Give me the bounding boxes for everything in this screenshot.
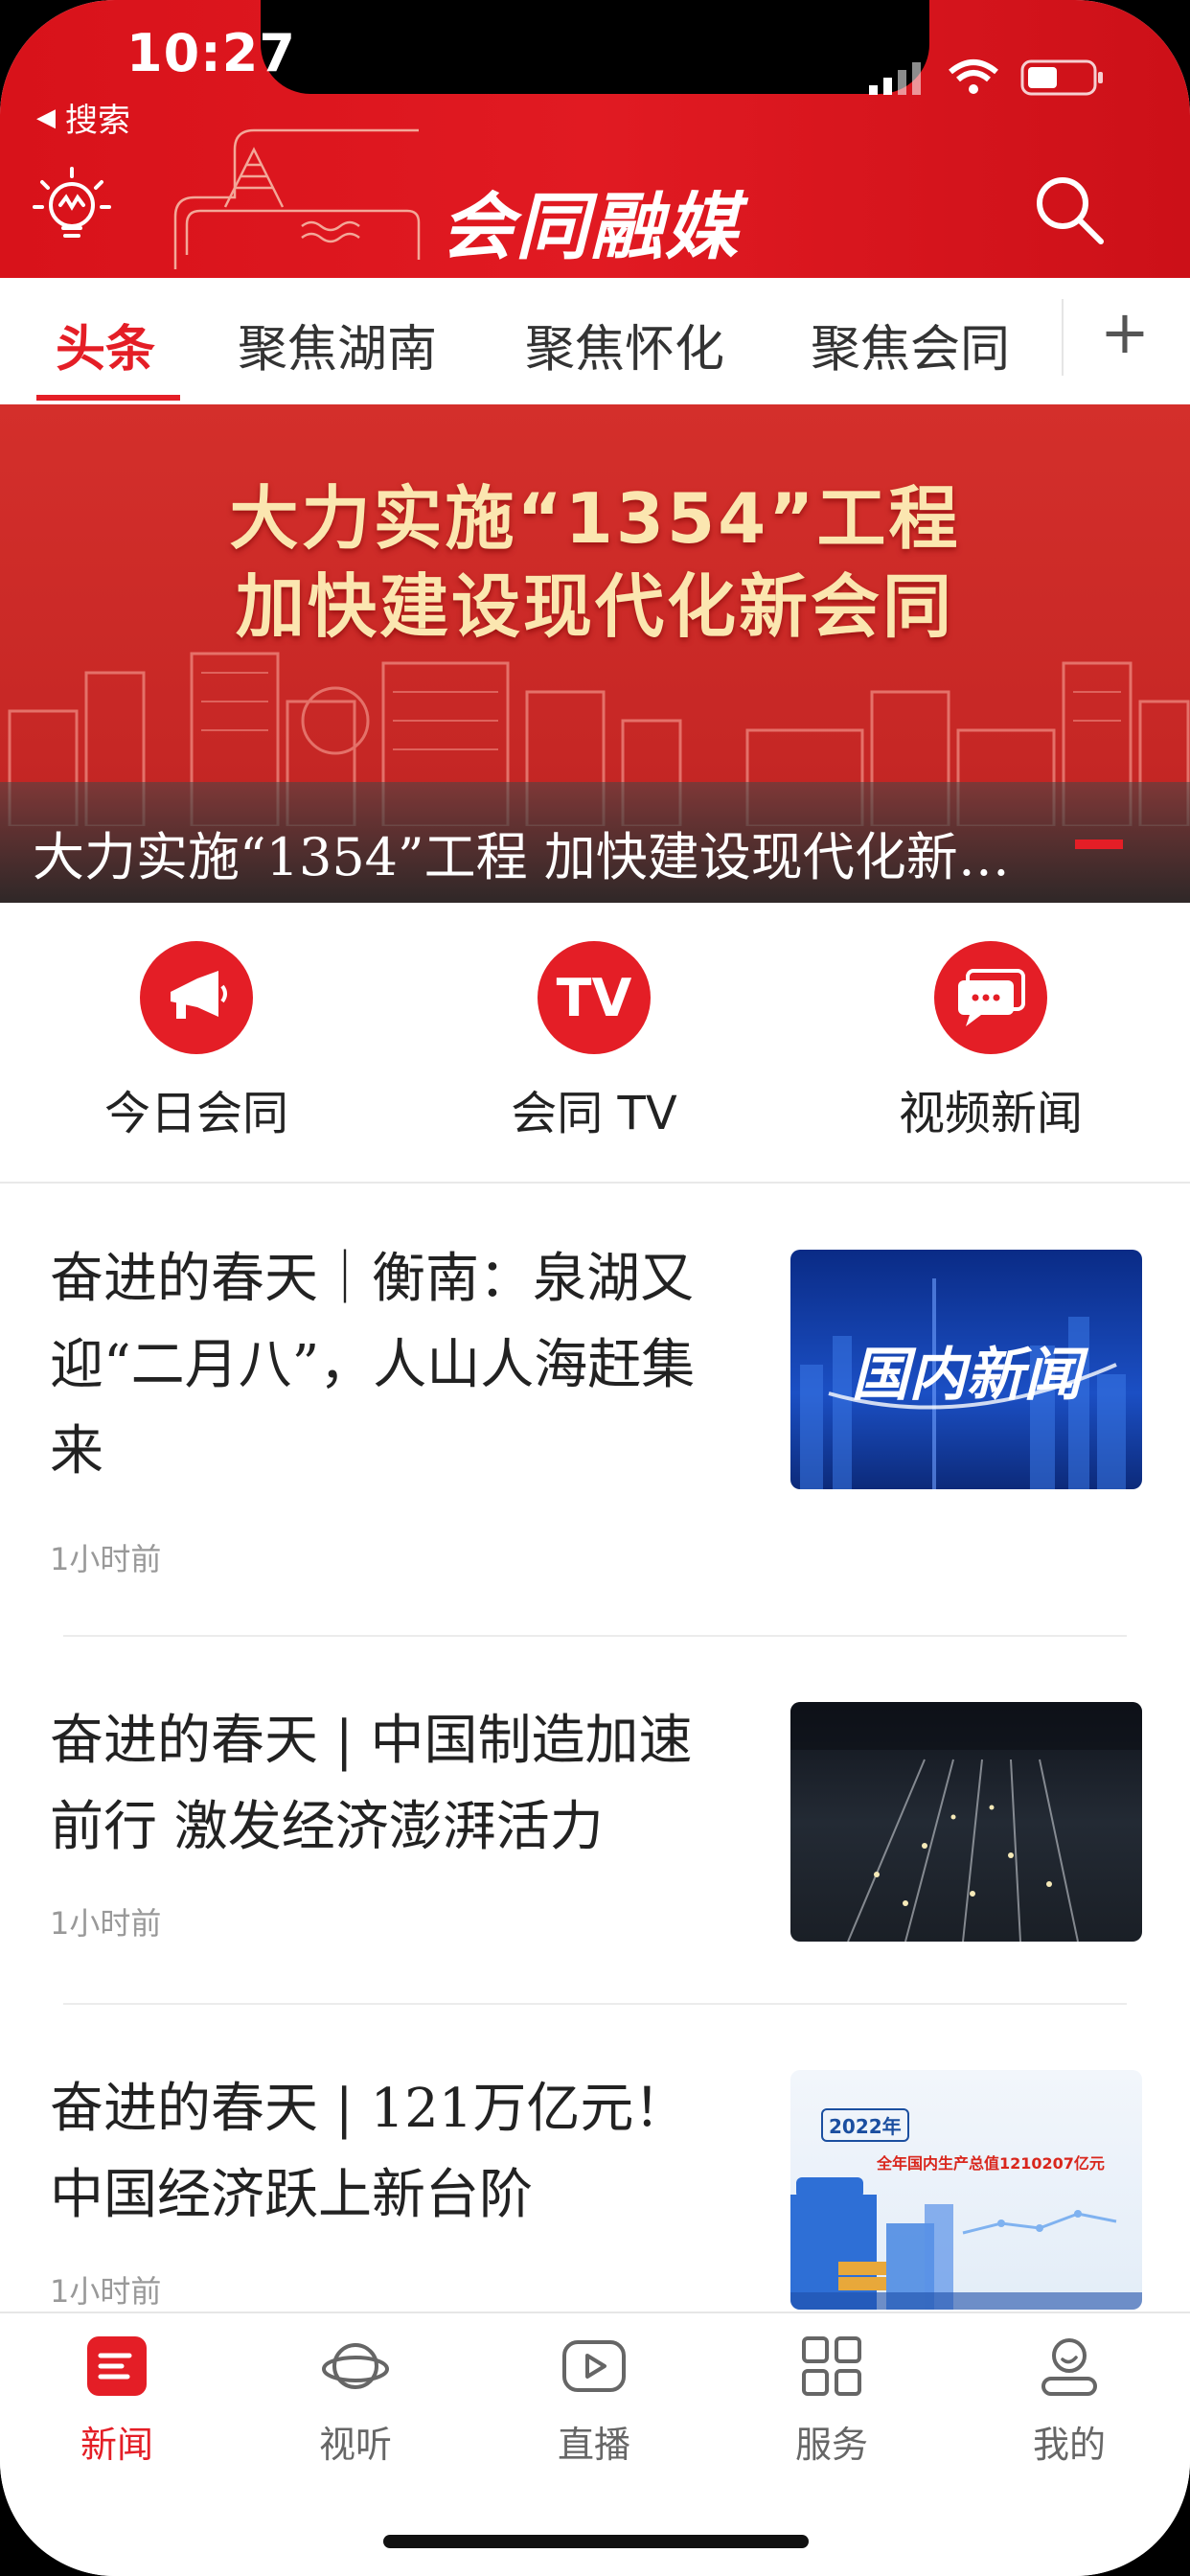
tab-headlines[interactable]: 头条 xyxy=(56,309,155,380)
quick-link-huitong-tv[interactable]: TV 会同 TV xyxy=(450,941,738,1142)
news-time: 1小时前 xyxy=(50,1541,162,1577)
nav-services[interactable]: 服务 xyxy=(736,2333,927,2468)
news-title: 奋进的春天 | 中国制造加速前行 激发经济澎湃活力 xyxy=(50,1710,693,1858)
nav-live[interactable]: 直播 xyxy=(498,2333,690,2468)
back-app-label: 搜索 xyxy=(65,102,130,140)
news-item[interactable]: 奋进的春天｜衡南：泉湖又迎“二月八”，人山人海赶集来 1小时前 国内新闻 xyxy=(0,1236,1190,1620)
app-header: 10:27 ◀ 搜索 会同融媒 xyxy=(0,0,1190,278)
lightbulb-icon[interactable] xyxy=(31,161,113,255)
tab-focus-hunan[interactable]: 聚焦湖南 xyxy=(238,309,437,380)
news-icon xyxy=(87,2336,147,2396)
news-thumbnail xyxy=(790,1702,1142,1942)
quick-link-label: 会同 TV xyxy=(511,1087,677,1140)
home-indicator[interactable] xyxy=(383,2535,809,2548)
signal-icon xyxy=(869,62,921,95)
carousel-indicator xyxy=(1075,840,1123,849)
status-time: 10:27 xyxy=(126,23,296,83)
news-thumbnail: 2022年 全年国内生产总值1210207亿元 xyxy=(790,2070,1142,2310)
news-divider xyxy=(63,2003,1127,2005)
nav-label: 直播 xyxy=(557,2424,630,2466)
news-time: 1小时前 xyxy=(50,1905,162,1942)
nav-audiovisual[interactable]: 视听 xyxy=(260,2333,451,2468)
tab-divider xyxy=(1062,299,1064,376)
device-notch xyxy=(261,0,929,94)
nav-news[interactable]: 新闻 xyxy=(21,2333,213,2468)
banner-line-1: 大力实施“1354”工程 xyxy=(229,478,961,559)
planet-icon xyxy=(322,2343,389,2389)
quick-link-today-huitong[interactable]: 今日会同 xyxy=(53,941,340,1142)
tab-focus-huaihua[interactable]: 聚焦怀化 xyxy=(525,309,724,380)
header-decoration xyxy=(173,128,421,269)
quick-link-video-news[interactable]: 视频新闻 xyxy=(847,941,1134,1142)
tv-icon-text: TV xyxy=(556,967,632,1028)
thumbnail-title: 国内新闻 xyxy=(851,1342,1082,1409)
search-icon[interactable] xyxy=(1030,171,1107,247)
nav-mine[interactable]: 我的 xyxy=(973,2333,1165,2468)
grid-icon xyxy=(802,2336,861,2396)
tab-focus-huitong[interactable]: 聚焦会同 xyxy=(811,309,1010,380)
news-title: 奋进的春天｜衡南：泉湖又迎“二月八”，人山人海赶集来 xyxy=(50,1248,696,1483)
user-icon xyxy=(1041,2338,1097,2396)
phone-screen: 10:27 ◀ 搜索 会同融媒 头条 聚焦湖南 聚焦怀化 聚焦会同 + 大力实施… xyxy=(0,0,1190,2576)
megaphone-icon xyxy=(140,941,253,1054)
news-title: 奋进的春天 | 121万亿元！中国经济跃上新台阶 xyxy=(50,2078,688,2226)
back-to-app-button[interactable]: ◀ 搜索 xyxy=(36,94,130,141)
quick-link-label: 今日会同 xyxy=(103,1087,288,1140)
section-divider xyxy=(0,1182,1190,1184)
news-time: 1小时前 xyxy=(50,2273,162,2310)
chat-bubble-icon xyxy=(934,941,1047,1054)
news-item[interactable]: 奋进的春天 | 中国制造加速前行 激发经济澎湃活力 1小时前 xyxy=(0,1698,1190,2014)
nav-label: 我的 xyxy=(1032,2424,1106,2466)
nav-label: 视听 xyxy=(318,2424,392,2466)
news-thumbnail: 国内新闻 xyxy=(790,1250,1142,1489)
quick-link-label: 视频新闻 xyxy=(898,1087,1083,1140)
active-tab-indicator xyxy=(36,395,180,401)
news-divider xyxy=(63,1635,1127,1637)
wifi-icon xyxy=(949,59,998,94)
headline-banner[interactable]: 大力实施“1354”工程 加快建设现代化新会同 大力实施“1354”工程 加快建… xyxy=(0,404,1190,903)
quick-links: 今日会同 TV 会同 TV 视频新闻 xyxy=(0,903,1190,1183)
nav-label: 新闻 xyxy=(80,2424,153,2466)
nav-label: 服务 xyxy=(794,2424,868,2466)
add-channel-button[interactable]: + xyxy=(1100,303,1150,362)
battery-icon xyxy=(1020,59,1103,96)
news-item[interactable]: 奋进的春天 | 121万亿元！中国经济跃上新台阶 1小时前 2022年 全年国内… xyxy=(0,2066,1190,2312)
back-triangle-icon: ◀ xyxy=(36,103,56,132)
play-icon xyxy=(562,2340,626,2392)
status-icons xyxy=(867,58,1105,98)
app-logo-title: 会同融媒 xyxy=(441,184,740,269)
banner-caption: 大力实施“1354”工程 加快建设现代化新会同 xyxy=(33,827,1029,887)
tv-icon: TV xyxy=(538,941,651,1054)
